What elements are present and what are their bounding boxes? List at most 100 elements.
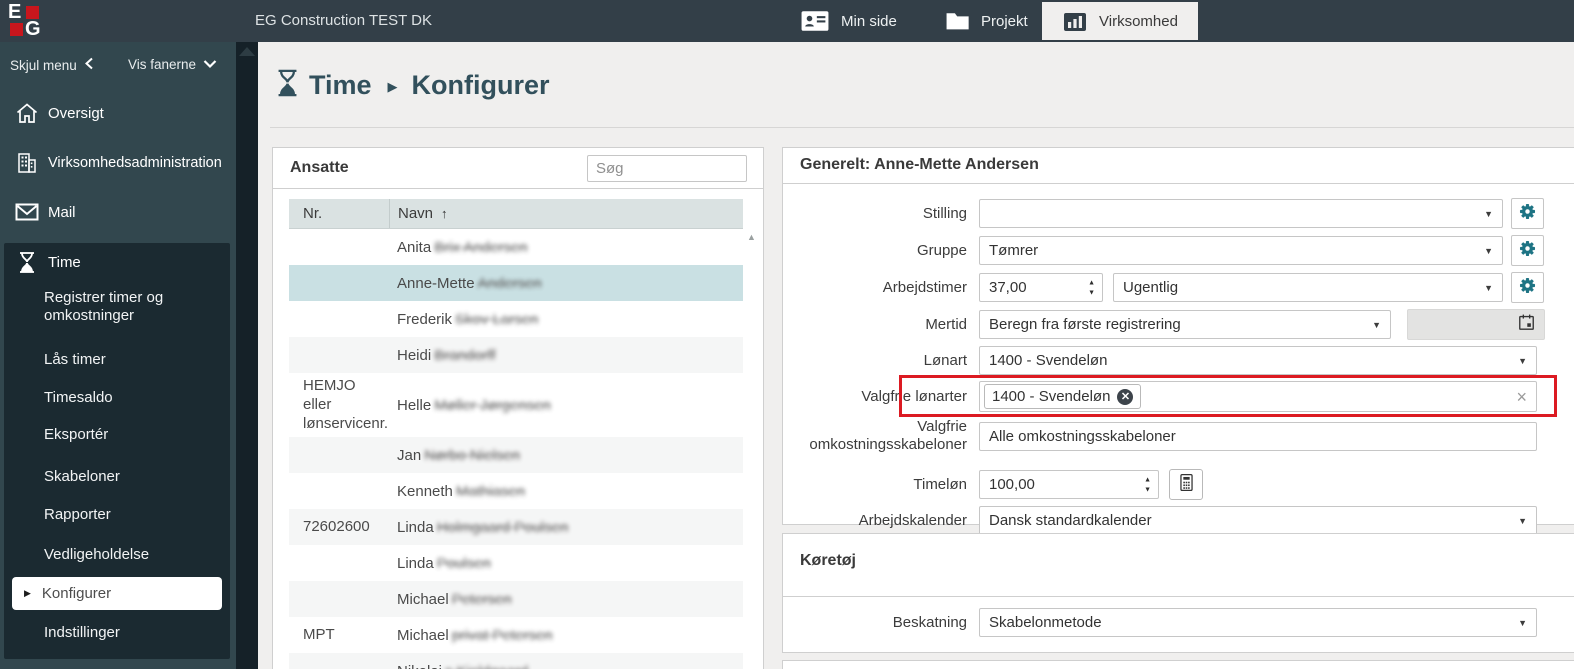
table-row[interactable]: Nikolais Kjeldgaard [289, 653, 743, 669]
spinner-down-icon[interactable]: ▼ [1088, 289, 1095, 296]
arbejdstimer-period-select[interactable]: Ugentlig [1113, 273, 1503, 302]
scroll-up-icon[interactable] [239, 47, 255, 56]
table-row[interactable]: FrederikSkov Larsen [289, 301, 743, 337]
next-panel-partial [782, 660, 1574, 669]
general-panel-title: Generelt: Anne-Mette Andersen [800, 156, 1039, 174]
general-form: Stilling Gruppe Tømrer Arbejdstimer [783, 198, 1574, 541]
sidebar-subitem-registrer-timer[interactable]: Registrer timer og omkostninger [44, 289, 214, 325]
arbejdskalender-select[interactable]: Dansk standardkalender [979, 506, 1537, 535]
clear-field-icon[interactable]: × [1516, 388, 1527, 406]
table-row-selected[interactable]: Anne-MetteAndersen [289, 265, 743, 301]
hide-menu-label: Skjul menu [10, 58, 77, 73]
app-root: E G EG Construction TEST DK Min side Pro… [0, 0, 1574, 669]
eg-logo[interactable]: E G [8, 4, 40, 37]
employee-redacted-name: privat Petersen [452, 627, 553, 644]
table-row[interactable]: LindaPoulsen [289, 545, 743, 581]
mail-icon [14, 203, 40, 221]
field-label: Timeløn [783, 476, 979, 494]
employee-redacted-name: Holmgaard Poulsen [437, 519, 569, 536]
sidebar-item-mail[interactable]: Mail [0, 192, 236, 232]
chevron-down-icon [203, 57, 217, 72]
scroll-up-icon[interactable]: ▲ [745, 232, 758, 242]
spinner-arrows[interactable]: ▲▼ [1088, 279, 1095, 296]
sidebar-subitem-indstillinger[interactable]: Indstillinger [44, 624, 120, 641]
employee-search-input[interactable] [587, 155, 747, 182]
employee-nr [289, 315, 389, 323]
field-label: Beskatning [783, 614, 979, 632]
spinner-up-icon[interactable]: ▲ [1144, 476, 1151, 483]
arbejdstimer-input[interactable]: 37,00 ▲▼ [979, 273, 1103, 302]
sidebar-scrollbar[interactable] [236, 42, 258, 669]
sidebar-subitem-eksporter[interactable]: Eksportér [44, 426, 108, 443]
field-label: Valgfrie omkostningsskabeloner [783, 418, 979, 454]
sidebar-subitem-konfigurer-active[interactable]: ▶ Konfigurer [12, 577, 222, 610]
valgfrie-lonarter-field[interactable]: 1400 - Svendeløn ✕ × [979, 381, 1537, 412]
sidebar-subitem-timesaldo[interactable]: Timesaldo [44, 389, 113, 406]
breadcrumb-section[interactable]: Time [309, 70, 372, 101]
employee-first-name: Linda [397, 555, 434, 572]
sidebar-item-oversigt[interactable]: Oversigt [0, 93, 236, 133]
mertid-calendar-button[interactable] [1407, 309, 1545, 340]
employee-name: FrederikSkov Larsen [389, 311, 743, 328]
table-row[interactable]: JanNørbo Nielsen [289, 437, 743, 473]
table-row[interactable]: MPT Michaelprivat Petersen [289, 617, 743, 653]
table-row[interactable]: MichaelPetersen [289, 581, 743, 617]
sidebar-subitem-las-timer[interactable]: Lås timer [44, 351, 106, 368]
gruppe-settings-button[interactable] [1511, 235, 1544, 266]
tab-projekt[interactable]: Projekt [945, 0, 1028, 42]
employee-redacted-name: Skov Larsen [455, 311, 538, 328]
sidebar-subitem-label: Konfigurer [42, 585, 111, 602]
stilling-settings-button[interactable] [1511, 198, 1544, 229]
table-row[interactable]: HEMJO eller lønservicenr. HelleMøller Jø… [289, 373, 743, 437]
show-tabs-button[interactable]: Vis fanerne [128, 57, 217, 72]
timelon-calculator-button[interactable] [1169, 469, 1203, 500]
employee-nr: MPT [289, 622, 389, 649]
lonart-tag[interactable]: 1400 - Svendeløn ✕ [984, 384, 1141, 409]
table-row[interactable]: HeidiBrandorff [289, 337, 743, 373]
arbejdstimer-settings-button[interactable] [1511, 272, 1544, 303]
employee-name: HelleMøller Jørgensen [389, 397, 743, 414]
stilling-select[interactable] [979, 199, 1503, 228]
employee-name: LindaHolmgaard Poulsen [389, 519, 743, 536]
valgfrie-omkostningsskabeloner-input[interactable]: Alle omkostningsskabeloner [979, 422, 1537, 451]
lonart-select[interactable]: 1400 - Svendeløn [979, 346, 1537, 375]
sidebar-item-time[interactable]: Time [0, 242, 236, 282]
field-label: Arbejdstimer [783, 279, 979, 297]
breadcrumb-page-title: Konfigurer [412, 70, 550, 101]
tab-min-side[interactable]: Min side [800, 0, 897, 42]
tag-remove-icon[interactable]: ✕ [1117, 389, 1133, 405]
form-row-lonart: Lønart 1400 - Svendeløn [783, 346, 1574, 375]
breadcrumb-arrow-icon: ▶ [388, 79, 398, 95]
column-header-navn[interactable]: Navn ↑ [389, 199, 743, 228]
hide-menu-button[interactable]: Skjul menu [10, 57, 94, 73]
spinner-up-icon[interactable]: ▲ [1088, 279, 1095, 286]
table-row[interactable]: AnitaBrix Andersen [289, 229, 743, 265]
field-label: Valgfrie lønarter [783, 388, 979, 406]
spinner-arrows[interactable]: ▲▼ [1144, 476, 1151, 493]
column-header-nr[interactable]: Nr. [289, 205, 389, 222]
section-divider [783, 596, 1574, 597]
beskatning-select[interactable]: Skabelonmetode [979, 608, 1537, 637]
building-icon [14, 152, 40, 174]
tab-label: Min side [841, 13, 897, 30]
mertid-select[interactable]: Beregn fra første registrering [979, 310, 1391, 339]
general-panel: Generelt: Anne-Mette Andersen Stilling G… [782, 147, 1574, 525]
timelon-input[interactable]: 100,00 ▲▼ [979, 470, 1159, 499]
sidebar-subitem-skabeloner[interactable]: Skabeloner [44, 468, 120, 485]
table-row[interactable]: KennethMathiasen [289, 473, 743, 509]
employee-redacted-name: Poulsen [437, 555, 491, 572]
sidebar-subitem-rapporter[interactable]: Rapporter [44, 506, 111, 523]
sidebar-item-virksomhedsadministration[interactable]: Virksomhedsadministration [0, 143, 236, 183]
spinner-down-icon[interactable]: ▼ [1144, 486, 1151, 493]
sidebar-item-label: Virksomhedsadministration [48, 155, 222, 171]
employee-nr [289, 595, 389, 603]
employees-panel: Ansatte Nr. Navn ↑ AnitaBrix Andersen An… [272, 147, 764, 669]
sidebar-subitem-vedligeholdelse[interactable]: Vedligeholdelse [44, 546, 149, 563]
employees-list-scrollbar[interactable]: ▲ [745, 232, 758, 669]
employee-name: Michaelprivat Petersen [389, 627, 743, 644]
tab-virksomhed-active[interactable]: Virksomhed [1042, 2, 1198, 40]
table-row[interactable]: 72602600 LindaHolmgaard Poulsen [289, 509, 743, 545]
main-content: Time ▶ Konfigurer Ansatte Nr. Navn ↑ An [258, 42, 1574, 669]
gruppe-select[interactable]: Tømrer [979, 236, 1503, 265]
gear-icon [1518, 202, 1537, 226]
